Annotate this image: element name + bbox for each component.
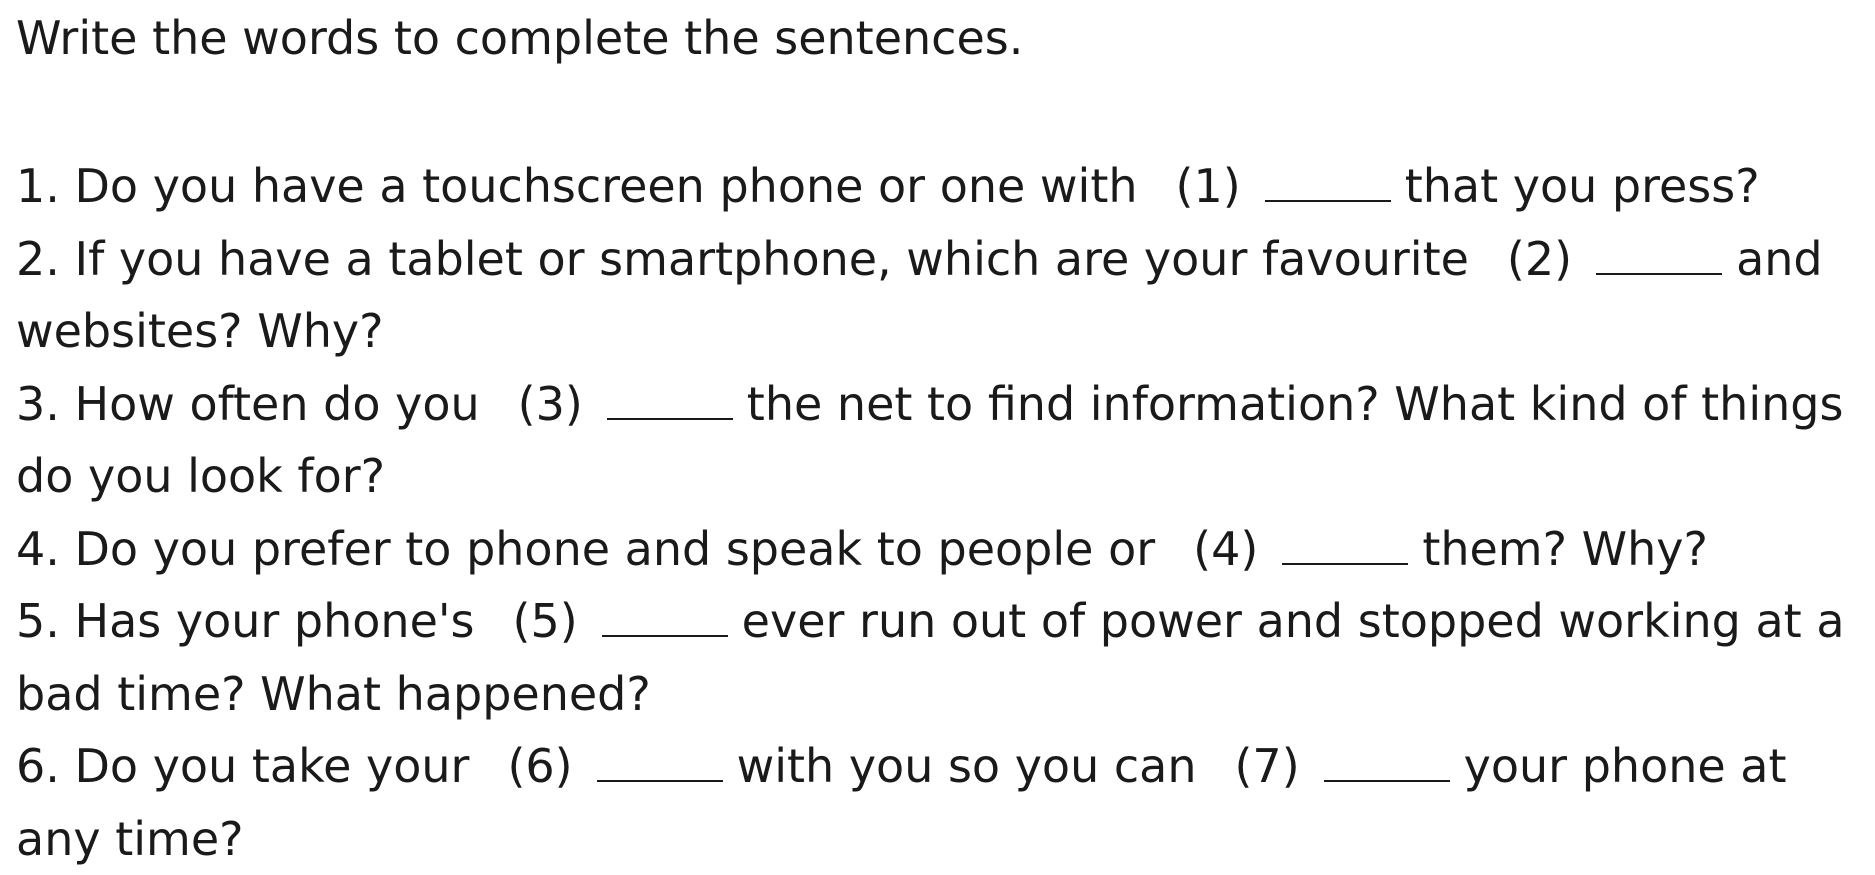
question-number: 2. bbox=[16, 231, 60, 286]
instruction-heading: Write the words to complete the sentence… bbox=[16, 11, 1024, 65]
question-5: 5. Has your phone's (5) ever run out of po… bbox=[16, 585, 1856, 730]
blank-reference: (3) bbox=[517, 376, 583, 431]
blank-reference: (5) bbox=[512, 594, 578, 648]
question-text: If you have a tablet or smartphone, whic… bbox=[74, 231, 1469, 286]
question-text: that you press? bbox=[1404, 159, 1760, 213]
question-text: them? Why? bbox=[1422, 521, 1708, 576]
question-6: 6. Do you take your (6) with you so you ca… bbox=[16, 730, 1856, 875]
question-text: Do you take your bbox=[74, 739, 470, 793]
answer-blank[interactable] bbox=[1596, 231, 1723, 275]
blank-reference: (2) bbox=[1506, 231, 1573, 286]
answer-blank[interactable] bbox=[596, 739, 723, 782]
question-text: with you so you can bbox=[736, 739, 1197, 793]
question-text: Do you have a touchscreen phone or one w… bbox=[74, 159, 1138, 213]
question-text: Do you prefer to phone and speak to peop… bbox=[74, 521, 1156, 576]
question-3: 3. How often do you (3) the net to find in… bbox=[16, 368, 1856, 513]
question-text: Has your phone's bbox=[74, 594, 475, 648]
answer-blank[interactable] bbox=[1264, 159, 1391, 202]
answer-blank[interactable] bbox=[601, 594, 728, 637]
question-text: How often do you bbox=[74, 376, 480, 431]
answer-blank[interactable] bbox=[1282, 521, 1409, 565]
question-4: 4. Do you prefer to phone and speak to p… bbox=[16, 513, 1856, 586]
blank-reference: (7) bbox=[1234, 739, 1300, 793]
blank-reference: (4) bbox=[1193, 521, 1259, 576]
question-number: 6. bbox=[16, 739, 60, 793]
question-2: 2. If you have a tablet or smartphone, w… bbox=[16, 223, 1856, 368]
question-1: 1. Do you have a touchscreen phone or on… bbox=[16, 150, 1856, 223]
blank-reference: (1) bbox=[1175, 159, 1241, 213]
answer-blank[interactable] bbox=[606, 376, 733, 420]
question-number: 3. bbox=[16, 376, 60, 431]
question-number: 4. bbox=[16, 521, 60, 576]
answer-blank[interactable] bbox=[1323, 739, 1450, 782]
blank-reference: (6) bbox=[507, 739, 573, 793]
question-number: 5. bbox=[16, 594, 60, 648]
question-list: 1. Do you have a touchscreen phone or on… bbox=[16, 150, 1856, 875]
question-number: 1. bbox=[16, 159, 60, 213]
